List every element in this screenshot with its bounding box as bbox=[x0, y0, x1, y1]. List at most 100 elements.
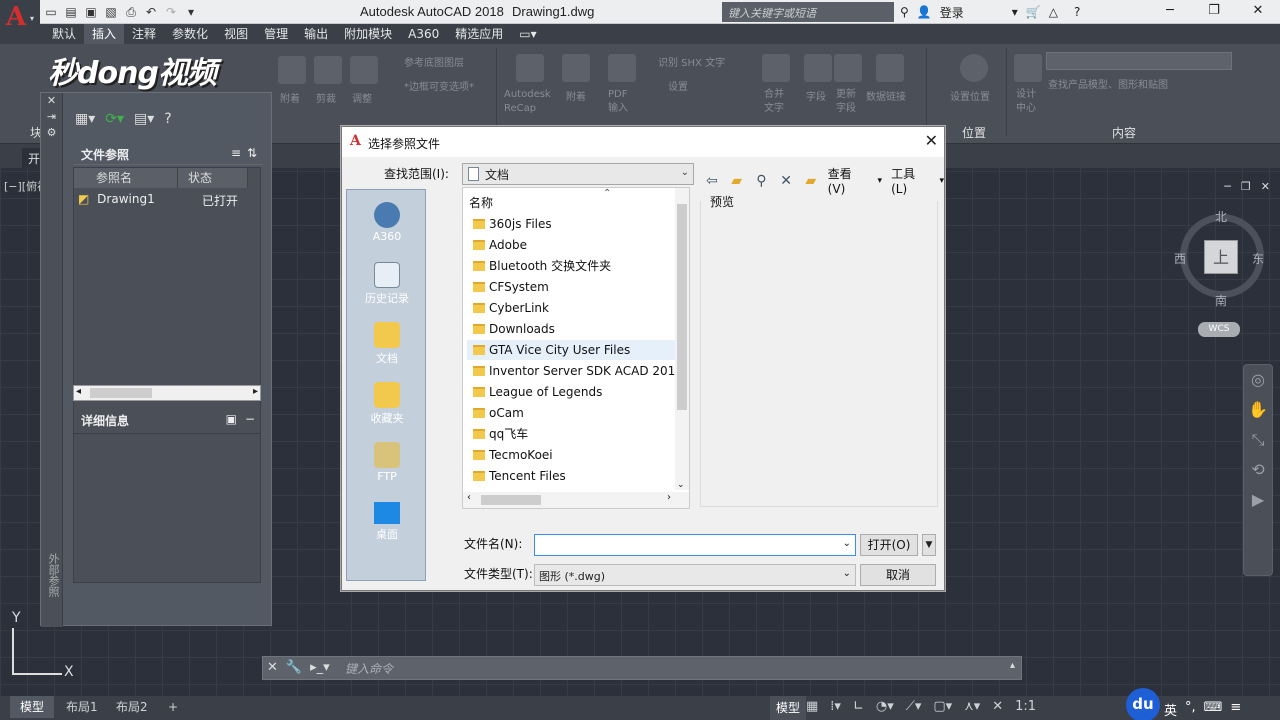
open-button[interactable]: 打开(O) bbox=[860, 534, 918, 556]
change-path-icon[interactable]: ▤▾ bbox=[134, 111, 154, 127]
list-item[interactable]: oCam bbox=[473, 403, 524, 423]
list-item[interactable]: Downloads bbox=[473, 319, 555, 339]
tab-featured-apps[interactable]: 精选应用 bbox=[447, 24, 511, 44]
file-type-select[interactable]: 图形 (*.dwg) ⌄ bbox=[534, 564, 856, 586]
list-horizontal-scrollbar[interactable]: ◂ ▸ bbox=[73, 385, 261, 401]
ime-menu-icon[interactable]: ≡ bbox=[1230, 700, 1241, 719]
scroll-right-icon[interactable]: ▸ bbox=[253, 386, 258, 397]
palette-autohide-icon[interactable]: ⇥ bbox=[41, 109, 62, 125]
compass-south[interactable]: 南 bbox=[1215, 292, 1227, 309]
scroll-thumb[interactable] bbox=[90, 388, 152, 398]
tab-default[interactable]: 默认 bbox=[44, 24, 84, 44]
qat-dropdown-icon[interactable]: ▾ bbox=[184, 5, 198, 19]
data-link-icon[interactable] bbox=[876, 54, 904, 82]
model-space-toggle[interactable]: 模型 bbox=[770, 696, 807, 720]
refresh-icon[interactable]: ⟳▾ bbox=[105, 111, 124, 127]
login-link[interactable]: 登录 bbox=[940, 4, 964, 21]
layout-tab-2[interactable]: 布局2 bbox=[106, 696, 158, 718]
tab-a360[interactable]: A360 bbox=[400, 24, 447, 44]
tab-parametric[interactable]: 参数化 bbox=[164, 24, 216, 44]
compass-north[interactable]: 北 bbox=[1215, 208, 1227, 225]
user-icon[interactable]: 👤 bbox=[917, 5, 932, 19]
ime-keyboard-icon[interactable]: ⌨ bbox=[1204, 700, 1223, 719]
application-menu-button[interactable]: A ▾ bbox=[0, 0, 40, 44]
ime-punct-icon[interactable]: °, bbox=[1185, 700, 1196, 719]
vp-close-icon[interactable]: ✕ bbox=[1261, 180, 1270, 193]
compass-east[interactable]: 东 bbox=[1252, 250, 1264, 267]
a360-icon[interactable]: △ bbox=[1049, 5, 1058, 19]
clip-icon[interactable] bbox=[314, 56, 342, 84]
place-a360[interactable]: A360 bbox=[347, 202, 427, 243]
scroll-thumb[interactable] bbox=[481, 495, 541, 505]
scale-label[interactable]: 1:1 bbox=[1015, 699, 1036, 714]
command-history-icon[interactable]: ▴ bbox=[1010, 660, 1015, 671]
list-item[interactable]: Bluetooth 交换文件夹 bbox=[473, 256, 611, 276]
scroll-thumb[interactable] bbox=[677, 204, 687, 410]
views-dropdown-icon[interactable]: ▾ bbox=[878, 176, 883, 186]
tree-view-icon[interactable]: ⇅ bbox=[247, 146, 257, 160]
tab-annotate[interactable]: 注释 bbox=[124, 24, 164, 44]
orbit-icon[interactable]: ⟲ bbox=[1244, 455, 1272, 485]
compass-west[interactable]: 西 bbox=[1174, 250, 1186, 267]
command-prompt-icon[interactable]: ▸_▾ bbox=[310, 660, 330, 675]
details-collapse-icon[interactable]: − bbox=[245, 412, 255, 426]
pan-icon[interactable]: ✋ bbox=[1244, 395, 1272, 425]
place-history[interactable]: 历史记录 bbox=[347, 262, 427, 306]
steering-wheel-icon[interactable]: ◎ bbox=[1244, 365, 1272, 395]
undo-icon[interactable]: ↶ bbox=[144, 5, 158, 19]
attach-dwg-icon[interactable]: ▦▾ bbox=[75, 111, 95, 127]
attach-pointcloud-icon[interactable] bbox=[562, 54, 590, 82]
close-window-icon[interactable]: ✕ bbox=[1236, 0, 1280, 24]
design-center-icon[interactable] bbox=[1014, 54, 1042, 82]
place-ftp[interactable]: FTP bbox=[347, 442, 427, 483]
list-item[interactable]: Tencent Files bbox=[473, 466, 566, 486]
chevron-down-icon[interactable]: ⌄ bbox=[843, 538, 851, 549]
settings-label[interactable]: 设置 bbox=[668, 78, 688, 93]
list-item[interactable]: GTA Vice City User Files bbox=[473, 340, 630, 360]
restore-icon[interactable]: ❐ bbox=[1192, 0, 1236, 24]
underlay-layers-label[interactable]: 参考底图图层 bbox=[404, 54, 464, 69]
combine-text-icon[interactable] bbox=[762, 54, 790, 82]
ribbon-options-icon[interactable]: ▭▾ bbox=[511, 24, 544, 44]
osnap-icon[interactable]: ▢▾ bbox=[933, 699, 952, 714]
tab-insert[interactable]: 插入 bbox=[84, 24, 125, 44]
column-reference-name[interactable]: 参照名 bbox=[74, 168, 178, 188]
details-view-icon[interactable]: ▣ bbox=[226, 412, 237, 426]
tools-dropdown-icon[interactable]: ▾ bbox=[939, 176, 944, 186]
zoom-extents-icon[interactable]: ⤡ bbox=[1244, 425, 1272, 455]
column-status[interactable]: 状态 bbox=[178, 168, 248, 188]
list-item[interactable]: League of Legends bbox=[473, 382, 602, 402]
update-fields-icon[interactable] bbox=[834, 54, 862, 82]
layout-tab-model[interactable]: 模型 bbox=[10, 696, 55, 718]
wcs-menu[interactable]: WCS bbox=[1198, 322, 1240, 337]
showmotion-icon[interactable]: ▶ bbox=[1244, 485, 1272, 515]
palette-close-icon[interactable]: ✕ bbox=[41, 93, 62, 109]
scroll-down-icon[interactable]: ⌄ bbox=[677, 480, 685, 490]
new-file-icon[interactable]: ▭ bbox=[44, 5, 58, 19]
list-item[interactable]: 360js Files bbox=[473, 214, 552, 234]
dialog-close-icon[interactable]: ✕ bbox=[925, 131, 938, 150]
viewcube-top-face[interactable]: 上 bbox=[1204, 240, 1238, 274]
recap-icon[interactable] bbox=[516, 54, 544, 82]
minimize-icon[interactable]: ─ bbox=[1148, 0, 1192, 24]
scroll-left-icon[interactable]: ◂ bbox=[76, 386, 81, 397]
help-icon[interactable]: ? bbox=[1074, 5, 1080, 19]
list-view-icon[interactable]: ≡ bbox=[231, 146, 241, 160]
tab-manage[interactable]: 管理 bbox=[256, 24, 296, 44]
help-search-input[interactable]: 键入关键字或短语 bbox=[722, 2, 894, 22]
list-item[interactable]: CFSystem bbox=[473, 277, 549, 297]
palette-properties-icon[interactable]: ⚙ bbox=[41, 125, 62, 141]
ime-language[interactable]: 英 bbox=[1164, 700, 1177, 719]
save-as-icon[interactable]: ▧ bbox=[104, 5, 118, 19]
list-item[interactable]: Adobe bbox=[473, 235, 527, 255]
cart-icon[interactable]: 🛒 bbox=[1026, 5, 1041, 19]
column-name[interactable]: 名称 bbox=[469, 194, 493, 211]
content-search-input[interactable] bbox=[1046, 52, 1232, 70]
list-item[interactable]: TecmoKoei bbox=[473, 445, 553, 465]
workspace-icon[interactable]: ✕ bbox=[992, 699, 1003, 714]
help-icon[interactable]: ? bbox=[164, 111, 171, 127]
tab-view[interactable]: 视图 bbox=[216, 24, 256, 44]
save-icon[interactable]: ▣ bbox=[84, 5, 98, 19]
vp-minimize-icon[interactable]: ─ bbox=[1224, 180, 1231, 193]
tab-output[interactable]: 输出 bbox=[296, 24, 336, 44]
